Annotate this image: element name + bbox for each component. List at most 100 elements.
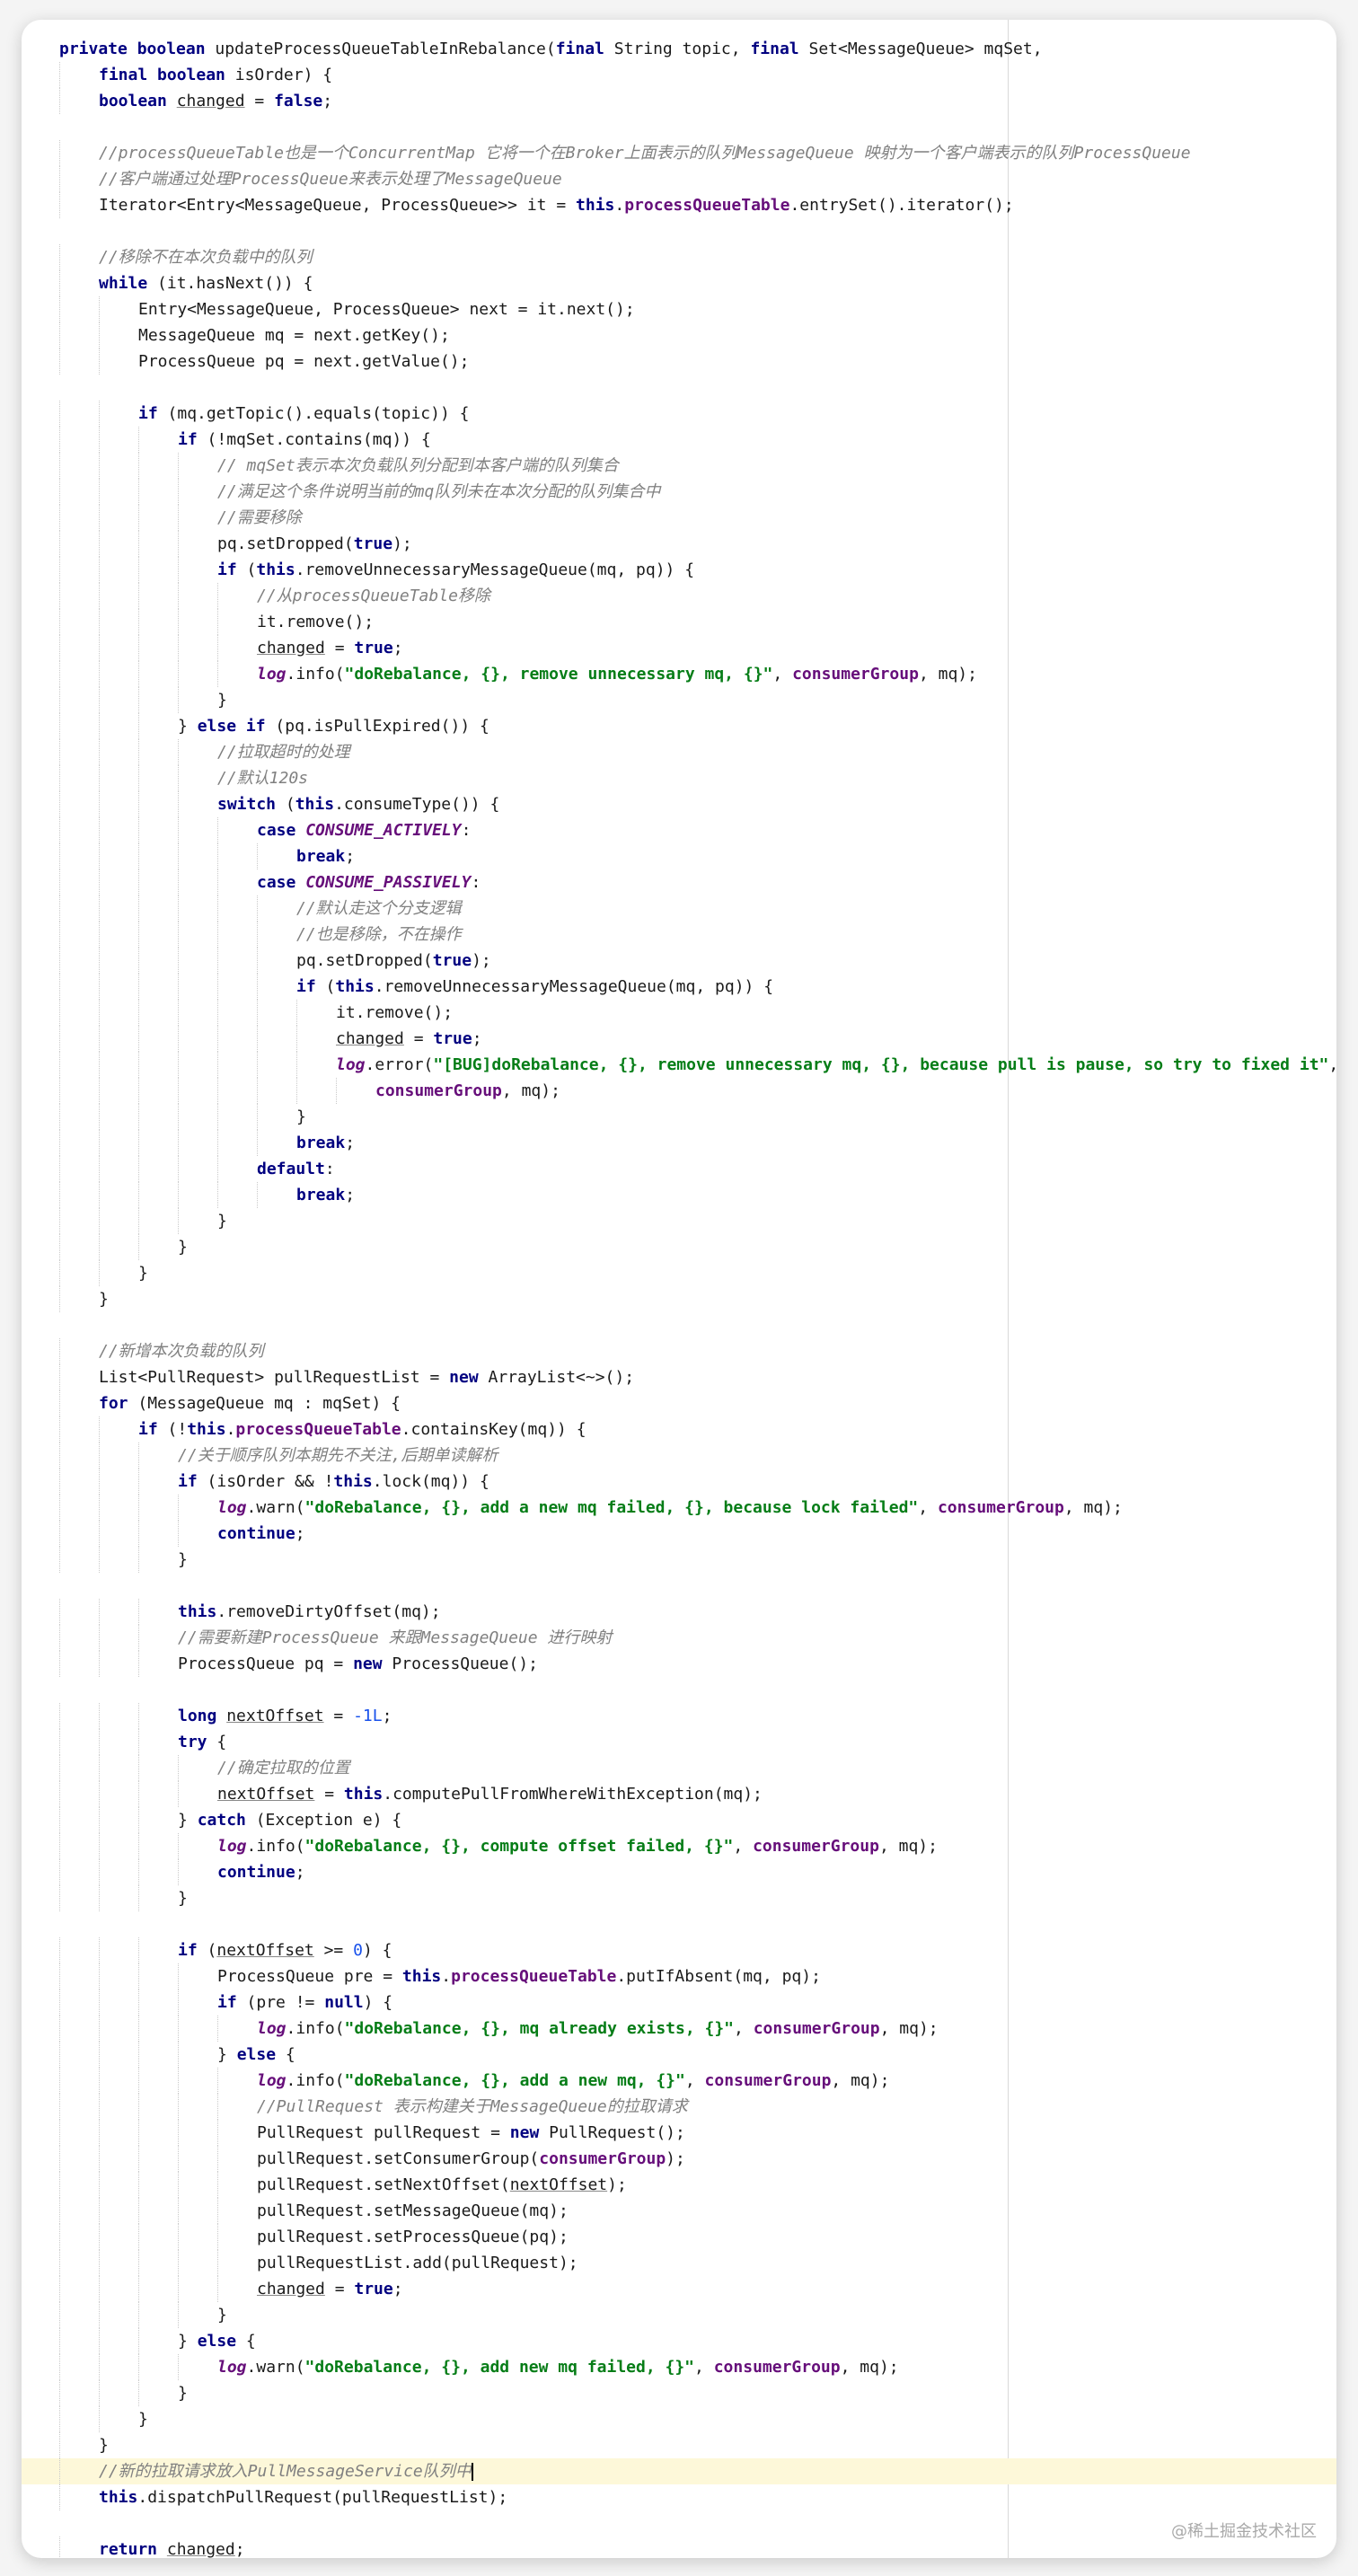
code-line[interactable]: Entry<MessageQueue, ProcessQueue> next =… — [22, 296, 1336, 322]
code-line[interactable]: nextOffset = this.computePullFromWhereWi… — [22, 1781, 1336, 1807]
code-line[interactable]: case CONSUME_ACTIVELY: — [22, 817, 1336, 843]
code-line[interactable]: //关于顺序队列本期先不关注,后期单读解析 — [22, 1442, 1336, 1469]
code-line[interactable]: } catch (Exception e) { — [22, 1807, 1336, 1833]
code-line[interactable]: long nextOffset = -1L; — [22, 1703, 1336, 1729]
code-line[interactable]: } — [22, 2380, 1336, 2406]
code-line[interactable]: this.dispatchPullRequest(pullRequestList… — [22, 2484, 1336, 2510]
code-line[interactable]: log.info("doRebalance, {}, mq already ex… — [22, 2016, 1336, 2042]
code-line[interactable]: } — [22, 2406, 1336, 2432]
code-line[interactable] — [22, 2510, 1336, 2536]
code-line[interactable]: if (nextOffset >= 0) { — [22, 1937, 1336, 1963]
code-line[interactable]: log.warn("doRebalance, {}, add a new mq … — [22, 1495, 1336, 1521]
code-line[interactable]: return changed; — [22, 2536, 1336, 2558]
code-line[interactable]: if (!mqSet.contains(mq)) { — [22, 427, 1336, 453]
code-line[interactable]: //客户端通过处理ProcessQueue来表示处理了MessageQueue — [22, 166, 1336, 192]
code-line[interactable]: //默认120s — [22, 765, 1336, 791]
code-line[interactable] — [22, 1312, 1336, 1338]
code-line[interactable]: //需要移除 — [22, 505, 1336, 531]
code-line[interactable]: Iterator<Entry<MessageQueue, ProcessQueu… — [22, 192, 1336, 218]
code-line[interactable]: //从processQueueTable移除 — [22, 583, 1336, 609]
code-line[interactable]: // mqSet表示本次负载队列分配到本客户端的队列集合 — [22, 453, 1336, 479]
code-line[interactable]: pullRequest.setNextOffset(nextOffset); — [22, 2172, 1336, 2198]
code-line[interactable]: log.info("doRebalance, {}, remove unnece… — [22, 661, 1336, 687]
code-line[interactable]: break; — [22, 1182, 1336, 1208]
code-line[interactable]: pullRequest.setProcessQueue(pq); — [22, 2224, 1336, 2250]
code-line[interactable]: } — [22, 1260, 1336, 1286]
code-line[interactable]: log.warn("doRebalance, {}, add new mq fa… — [22, 2354, 1336, 2380]
code-line[interactable]: } — [22, 1547, 1336, 1573]
code-line[interactable] — [22, 1573, 1336, 1599]
code-line[interactable]: //需要新建ProcessQueue 来跟MessageQueue 进行映射 — [22, 1625, 1336, 1651]
code-line[interactable]: if (this.removeUnnecessaryMessageQueue(m… — [22, 974, 1336, 1000]
code-line[interactable]: } — [22, 687, 1336, 713]
code-line[interactable] — [22, 1911, 1336, 1937]
code-line[interactable]: List<PullRequest> pullRequestList = new … — [22, 1364, 1336, 1390]
code-line[interactable]: consumerGroup, mq); — [22, 1078, 1336, 1104]
code-line[interactable]: MessageQueue mq = next.getKey(); — [22, 322, 1336, 348]
code-line[interactable]: } — [22, 1286, 1336, 1312]
code-line[interactable]: switch (this.consumeType()) { — [22, 791, 1336, 817]
code-line[interactable]: for (MessageQueue mq : mqSet) { — [22, 1390, 1336, 1416]
code-line[interactable]: //processQueueTable也是一个ConcurrentMap 它将一… — [22, 140, 1336, 166]
code-line[interactable]: } else { — [22, 2328, 1336, 2354]
code-line[interactable]: this.removeDirtyOffset(mq); — [22, 1599, 1336, 1625]
code-line[interactable]: //PullRequest 表示构建关于MessageQueue的拉取请求 — [22, 2094, 1336, 2120]
code-area[interactable]: private boolean updateProcessQueueTableI… — [22, 36, 1336, 2558]
code-line[interactable]: boolean changed = false; — [22, 88, 1336, 114]
code-line[interactable]: continue; — [22, 1859, 1336, 1885]
code-line[interactable] — [22, 114, 1336, 140]
code-line[interactable]: pq.setDropped(true); — [22, 531, 1336, 557]
code-line[interactable]: continue; — [22, 1521, 1336, 1547]
code-line[interactable]: default: — [22, 1156, 1336, 1182]
code-line[interactable]: } — [22, 1885, 1336, 1911]
code-line[interactable]: if (this.removeUnnecessaryMessageQueue(m… — [22, 557, 1336, 583]
code-line[interactable]: if (isOrder && !this.lock(mq)) { — [22, 1469, 1336, 1495]
code-line[interactable]: pullRequest.setConsumerGroup(consumerGro… — [22, 2146, 1336, 2172]
code-line[interactable]: if (mq.getTopic().equals(topic)) { — [22, 401, 1336, 427]
code-line[interactable]: } else { — [22, 2042, 1336, 2068]
code-line[interactable]: changed = true; — [22, 1026, 1336, 1052]
code-text: log.info("doRebalance, {}, add a new mq,… — [257, 2071, 890, 2090]
code-line[interactable]: } — [22, 1104, 1336, 1130]
code-line[interactable]: } — [22, 1234, 1336, 1260]
code-line[interactable]: try { — [22, 1729, 1336, 1755]
code-line[interactable]: //满足这个条件说明当前的mq队列未在本次分配的队列集合中 — [22, 479, 1336, 505]
code-line[interactable] — [22, 375, 1336, 401]
code-line[interactable]: log.info("doRebalance, {}, compute offse… — [22, 1833, 1336, 1859]
code-line[interactable]: private boolean updateProcessQueueTableI… — [22, 36, 1336, 62]
code-line[interactable]: changed = true; — [22, 2276, 1336, 2302]
code-line[interactable]: } — [22, 2302, 1336, 2328]
code-line[interactable]: //新的拉取请求放入PullMessageService队列中 — [22, 2458, 1336, 2484]
code-line[interactable]: pq.setDropped(true); — [22, 948, 1336, 974]
code-line[interactable] — [22, 218, 1336, 244]
code-line[interactable]: //新增本次负载的队列 — [22, 1338, 1336, 1364]
code-line[interactable]: //也是移除，不在操作 — [22, 922, 1336, 948]
code-line[interactable]: ProcessQueue pq = next.getValue(); — [22, 348, 1336, 375]
code-line[interactable]: } else if (pq.isPullExpired()) { — [22, 713, 1336, 739]
code-line[interactable]: if (!this.processQueueTable.containsKey(… — [22, 1416, 1336, 1442]
code-line[interactable]: break; — [22, 843, 1336, 869]
code-line[interactable]: changed = true; — [22, 635, 1336, 661]
code-line[interactable]: it.remove(); — [22, 609, 1336, 635]
code-line[interactable]: log.error("[BUG]doRebalance, {}, remove … — [22, 1052, 1336, 1078]
code-line[interactable]: //拉取超时的处理 — [22, 739, 1336, 765]
code-line[interactable]: final boolean isOrder) { — [22, 62, 1336, 88]
code-line[interactable]: } — [22, 2432, 1336, 2458]
code-line[interactable]: while (it.hasNext()) { — [22, 270, 1336, 296]
code-line[interactable]: //默认走这个分支逻辑 — [22, 895, 1336, 922]
code-line[interactable]: break; — [22, 1130, 1336, 1156]
code-line[interactable]: if (pre != null) { — [22, 1989, 1336, 2016]
code-line[interactable]: } — [22, 1208, 1336, 1234]
code-line[interactable]: pullRequestList.add(pullRequest); — [22, 2250, 1336, 2276]
code-line[interactable]: log.info("doRebalance, {}, add a new mq,… — [22, 2068, 1336, 2094]
code-line[interactable]: case CONSUME_PASSIVELY: — [22, 869, 1336, 895]
code-line[interactable]: it.remove(); — [22, 1000, 1336, 1026]
code-line[interactable]: ProcessQueue pre = this.processQueueTabl… — [22, 1963, 1336, 1989]
code-editor[interactable]: private boolean updateProcessQueueTableI… — [22, 20, 1336, 2558]
code-line[interactable]: //移除不在本次负载中的队列 — [22, 244, 1336, 270]
code-line[interactable]: pullRequest.setMessageQueue(mq); — [22, 2198, 1336, 2224]
code-line[interactable] — [22, 1677, 1336, 1703]
code-line[interactable]: //确定拉取的位置 — [22, 1755, 1336, 1781]
code-line[interactable]: PullRequest pullRequest = new PullReques… — [22, 2120, 1336, 2146]
code-line[interactable]: ProcessQueue pq = new ProcessQueue(); — [22, 1651, 1336, 1677]
